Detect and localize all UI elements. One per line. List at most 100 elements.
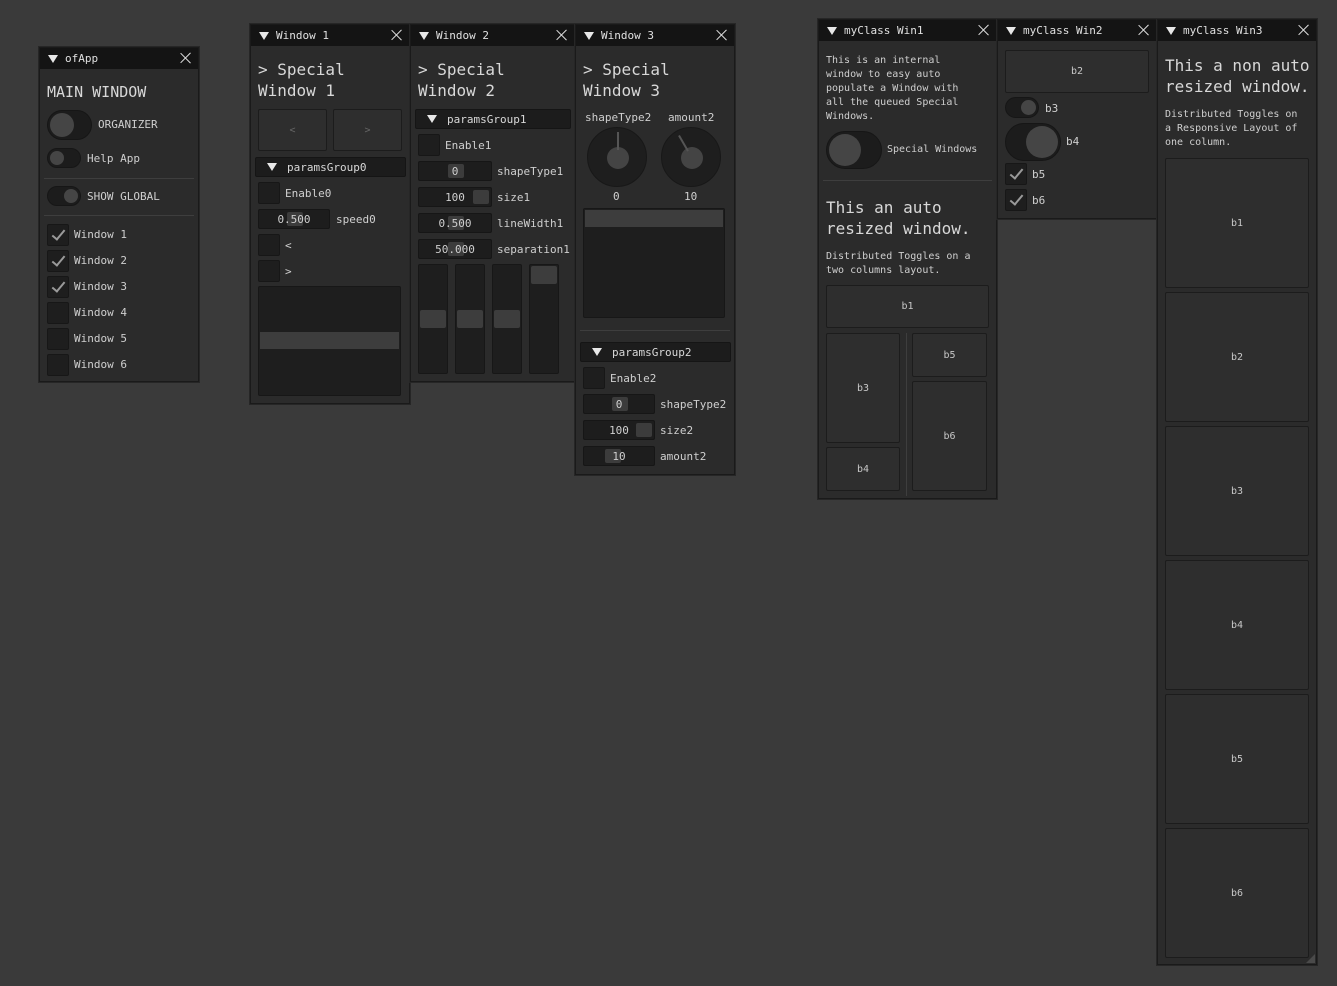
myclass-win1-titlebar[interactable]: myClass Win1 xyxy=(819,20,996,41)
amount2-knob[interactable] xyxy=(661,127,721,187)
window-5-checkbox[interactable] xyxy=(47,328,69,350)
scroll-handle[interactable] xyxy=(260,332,399,349)
enable1-label: Enable1 xyxy=(445,139,492,152)
b4-toggle[interactable]: b4 xyxy=(1165,560,1309,690)
collapse-arrow-icon[interactable] xyxy=(427,115,437,123)
enable1-checkbox[interactable] xyxy=(418,134,440,156)
b3-toggle[interactable] xyxy=(1005,97,1039,118)
close-icon[interactable] xyxy=(1138,24,1150,36)
shapetype2-knob[interactable] xyxy=(587,127,647,187)
vslider-shapetype1[interactable] xyxy=(418,264,448,374)
b4-toggle[interactable]: b4 xyxy=(826,447,900,491)
enable0-checkbox[interactable] xyxy=(258,182,280,204)
params-group-0-header[interactable]: paramsGroup0 xyxy=(255,157,406,177)
prev-checkbox[interactable] xyxy=(258,234,280,256)
resize-grip-icon[interactable] xyxy=(1306,954,1315,963)
show-global-label: SHOW GLOBAL xyxy=(87,190,160,203)
b4-toggle[interactable] xyxy=(1005,123,1061,161)
vertical-scroll-area[interactable] xyxy=(258,286,401,396)
close-icon[interactable] xyxy=(978,24,990,36)
window-2-titlebar[interactable]: Window 2 xyxy=(411,25,574,46)
window-1-checkbox[interactable] xyxy=(47,224,69,246)
vslider-handle[interactable] xyxy=(531,266,557,284)
window-2-label: Window 2 xyxy=(74,254,127,267)
auto-resized-heading: This an auto xyxy=(826,198,942,217)
non-auto-heading: This a non auto xyxy=(1165,56,1310,75)
params-group-1-header[interactable]: paramsGroup1 xyxy=(415,109,571,129)
size2-slider[interactable]: 100 xyxy=(583,420,655,440)
shapetype2-slider[interactable]: 0 xyxy=(583,394,655,414)
divider xyxy=(44,215,194,216)
window-1-label: Window 1 xyxy=(74,228,127,241)
b5-toggle[interactable]: b5 xyxy=(912,333,987,377)
vslider-handle[interactable] xyxy=(420,310,446,328)
window-4-checkbox[interactable] xyxy=(47,302,69,324)
show-global-toggle[interactable] xyxy=(47,186,81,206)
shapetype2-label: shapeType2 xyxy=(660,398,727,411)
knob-shapetype2-label: shapeType2 xyxy=(585,111,652,124)
window-1: Window 1 > Special Window 1 < > paramsGr… xyxy=(250,24,410,404)
linewidth1-slider[interactable]: 0.500 xyxy=(418,213,492,233)
b1-toggle[interactable]: b1 xyxy=(1165,158,1309,288)
window-1-titlebar[interactable]: Window 1 xyxy=(251,25,409,46)
collapse-arrow-icon[interactable] xyxy=(259,31,269,40)
speed0-slider[interactable]: 0.500 xyxy=(258,209,330,229)
myclass-win2-titlebar[interactable]: myClass Win2 xyxy=(998,20,1156,41)
intro-line: window to easy auto xyxy=(826,69,941,80)
collapse-arrow-icon[interactable] xyxy=(267,163,277,171)
prev-button[interactable]: < xyxy=(258,109,327,151)
b1-toggle[interactable]: b1 xyxy=(826,285,989,328)
next-button[interactable]: > xyxy=(333,109,402,151)
divider xyxy=(823,180,992,181)
ofapp-titlebar[interactable]: ofApp xyxy=(40,48,198,69)
separation1-label: separation1 xyxy=(497,243,570,256)
b6-toggle[interactable]: b6 xyxy=(1165,828,1309,958)
myclass-win3-titlebar[interactable]: myClass Win3 xyxy=(1158,20,1316,41)
b2-toggle[interactable]: b2 xyxy=(1165,292,1309,422)
window-3-checkbox[interactable] xyxy=(47,276,69,298)
window-3-titlebar[interactable]: Window 3 xyxy=(576,25,734,46)
vslider-size1[interactable] xyxy=(455,264,485,374)
collapse-arrow-icon[interactable] xyxy=(48,54,58,63)
b3-toggle[interactable]: b3 xyxy=(1165,426,1309,556)
close-icon[interactable] xyxy=(1298,24,1310,36)
close-icon[interactable] xyxy=(556,29,568,41)
vslider-linewidth1[interactable] xyxy=(492,264,522,374)
divider xyxy=(44,178,194,179)
collapse-arrow-icon[interactable] xyxy=(592,348,602,356)
b2-toggle[interactable]: b2 xyxy=(1005,50,1149,93)
window-2-checkbox[interactable] xyxy=(47,250,69,272)
close-icon[interactable] xyxy=(391,29,403,41)
next-checkbox[interactable] xyxy=(258,260,280,282)
b6-checkbox[interactable] xyxy=(1005,189,1027,211)
special-windows-toggle[interactable] xyxy=(826,131,882,169)
collapse-arrow-icon[interactable] xyxy=(584,31,594,40)
plot-area[interactable] xyxy=(583,208,725,318)
layout-description: Distributed Toggles on xyxy=(1165,109,1298,120)
vslider-handle[interactable] xyxy=(494,310,520,328)
plot-handle[interactable] xyxy=(585,210,723,227)
shapetype1-slider[interactable]: 0 xyxy=(418,161,492,181)
params-group-2-header[interactable]: paramsGroup2 xyxy=(580,342,731,362)
window-6-checkbox[interactable] xyxy=(47,354,69,376)
b5-toggle[interactable]: b5 xyxy=(1165,694,1309,824)
b5-checkbox[interactable] xyxy=(1005,163,1027,185)
myclass-win2: myClass Win2 b2 b3 b4 b5 b6 xyxy=(997,19,1157,219)
organizer-toggle[interactable] xyxy=(47,110,92,140)
b6-toggle[interactable]: b6 xyxy=(912,381,987,491)
collapse-arrow-icon[interactable] xyxy=(827,26,837,35)
vslider-handle[interactable] xyxy=(457,310,483,328)
collapse-arrow-icon[interactable] xyxy=(1006,26,1016,35)
close-icon[interactable] xyxy=(180,52,192,64)
enable2-checkbox[interactable] xyxy=(583,367,605,389)
size1-slider[interactable]: 100 xyxy=(418,187,492,207)
amount2-slider[interactable]: 10 xyxy=(583,446,655,466)
vslider-separation1[interactable] xyxy=(529,264,559,374)
help-app-toggle[interactable] xyxy=(47,148,81,168)
separation1-slider[interactable]: 50.000 xyxy=(418,239,492,259)
collapse-arrow-icon[interactable] xyxy=(419,31,429,40)
b3-toggle[interactable]: b3 xyxy=(826,333,900,443)
close-icon[interactable] xyxy=(716,29,728,41)
special-heading: > Special xyxy=(258,60,345,79)
collapse-arrow-icon[interactable] xyxy=(1166,26,1176,35)
